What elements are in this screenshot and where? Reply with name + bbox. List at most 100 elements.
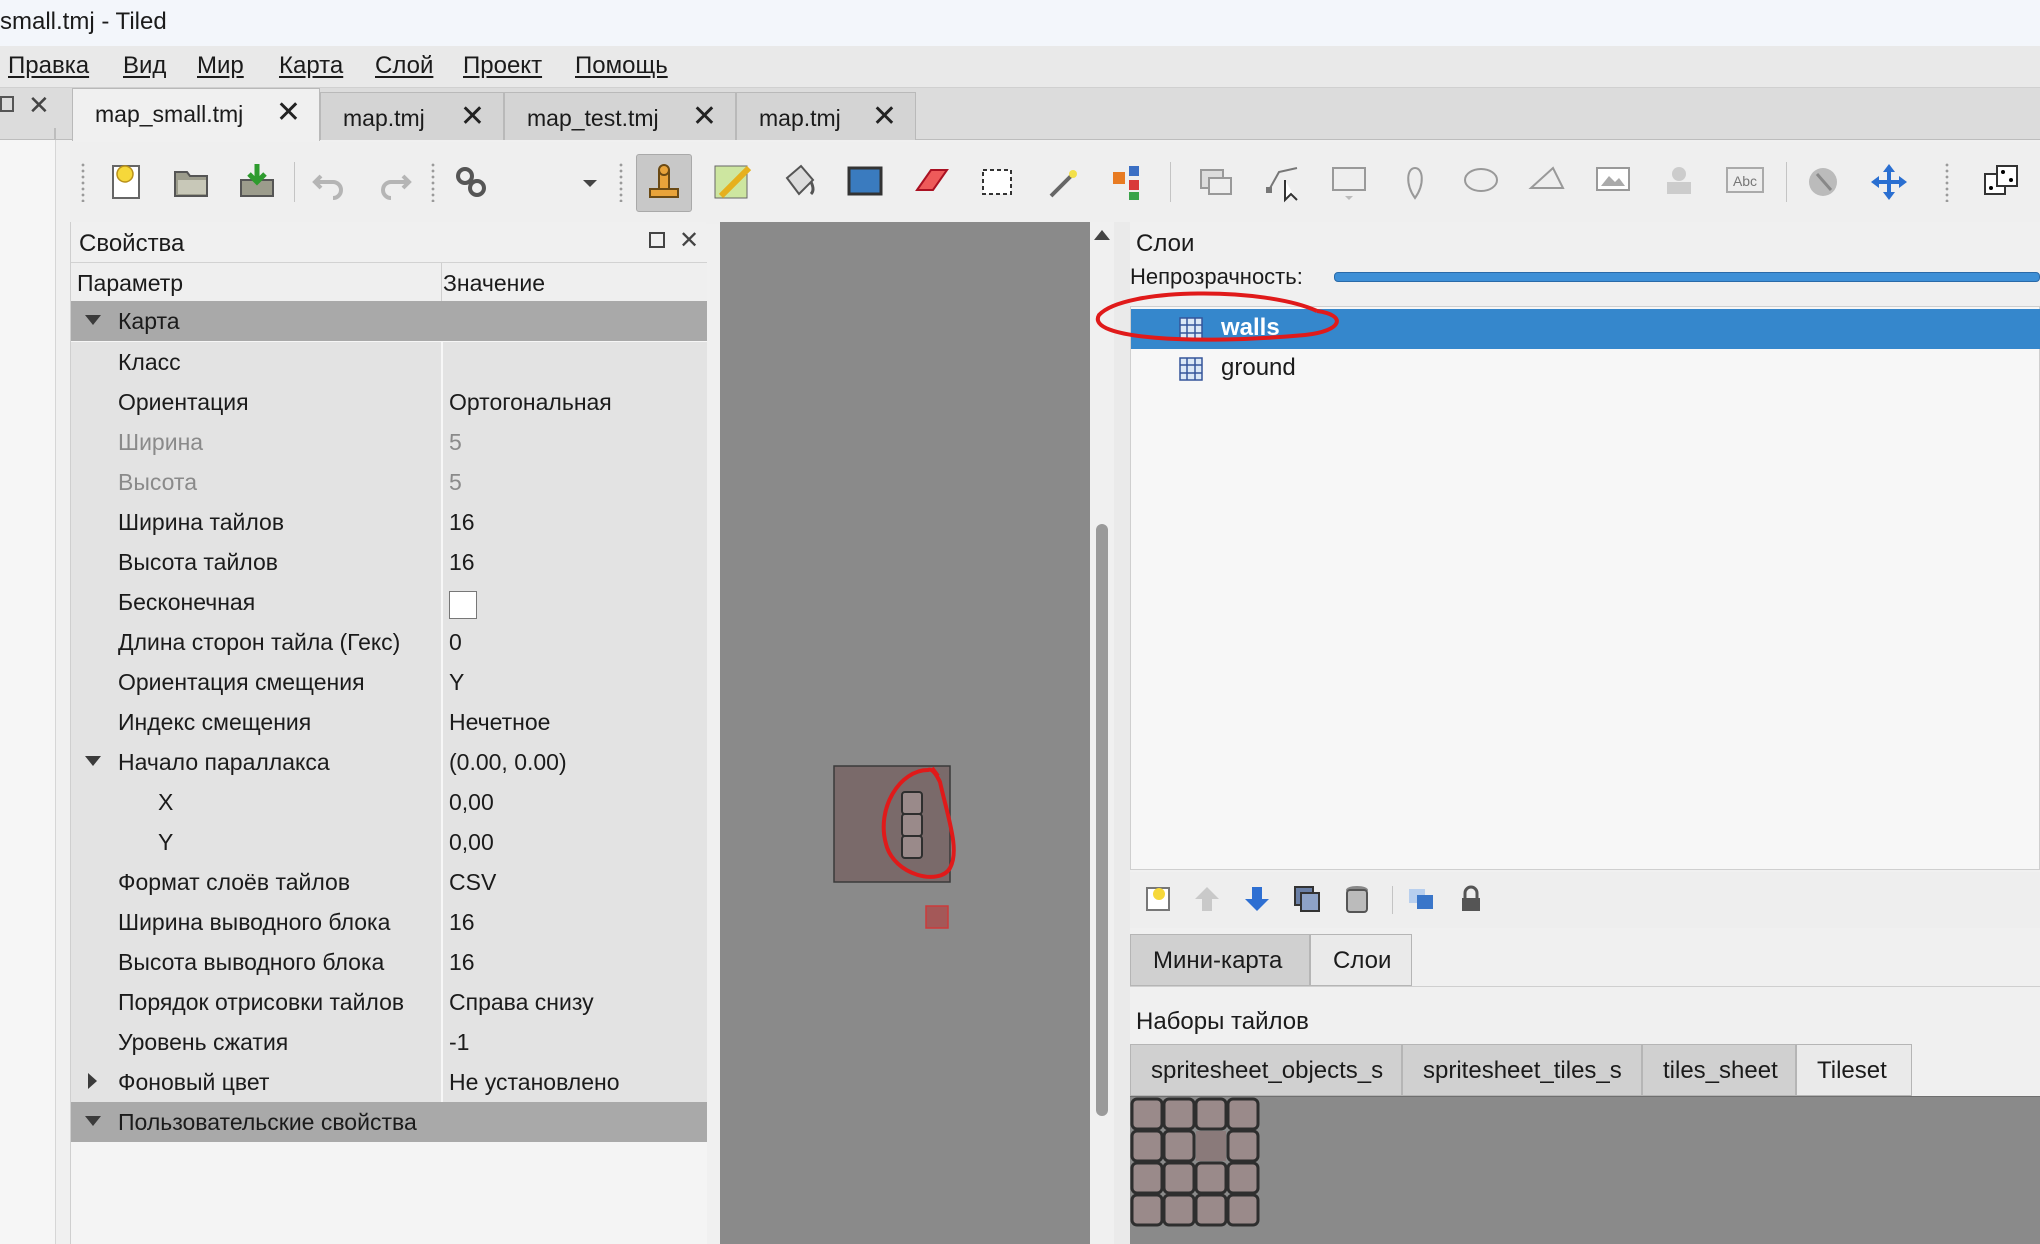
select-same-tile-icon[interactable]	[1102, 154, 1156, 210]
map-view[interactable]	[720, 222, 1090, 1244]
menu-project[interactable]: Проект	[463, 52, 542, 80]
scroll-up-arrow-icon[interactable]	[1094, 230, 1110, 240]
prop-row-orientation[interactable]: Ориентация Ортогональная	[71, 382, 707, 423]
scroll-thumb[interactable]	[1096, 524, 1108, 1116]
shape-fill-icon[interactable]	[838, 154, 892, 210]
rect-select-icon[interactable]	[970, 154, 1024, 210]
tab-tileset[interactable]: Tileset	[1796, 1044, 1912, 1096]
tab-map-2[interactable]: map.tmj ✕	[736, 92, 916, 140]
prop-value[interactable]: 16	[449, 549, 475, 576]
prop-row-render-order[interactable]: Порядок отрисовки тайлов Справа снизу	[71, 982, 707, 1023]
prop-row-chunk-height[interactable]: Высота выводного блока 16	[71, 942, 707, 983]
close-tab-icon[interactable]: ✕	[460, 99, 485, 134]
insert-polygon-icon[interactable]	[1520, 154, 1574, 210]
expand-arrow-icon[interactable]	[85, 1116, 101, 1126]
menu-view[interactable]: Вид	[123, 52, 166, 80]
group-custom-properties[interactable]: Пользовательские свойства	[71, 1102, 707, 1143]
menu-map[interactable]: Карта	[279, 52, 343, 80]
insert-ellipse-icon[interactable]	[1454, 154, 1508, 210]
prop-row-tile-width[interactable]: Ширина тайлов 16	[71, 502, 707, 543]
menu-edit[interactable]: Правка	[8, 52, 89, 80]
tab-map-small[interactable]: map_small.tmj ✕	[72, 88, 320, 141]
tab-tiles-sheet[interactable]: tiles_sheet	[1642, 1044, 1796, 1096]
dropdown-icon[interactable]	[580, 154, 600, 210]
expand-arrow-icon[interactable]	[85, 315, 101, 325]
prop-value[interactable]: 16	[449, 509, 475, 536]
move-tool-icon[interactable]	[1862, 154, 1916, 210]
duplicate-layer-icon[interactable]	[1292, 884, 1322, 914]
tab-minimap[interactable]: Мини-карта	[1130, 934, 1310, 986]
prop-row-chunk-width[interactable]: Ширина выводного блока 16	[71, 902, 707, 943]
edit-polygons-icon[interactable]	[1256, 154, 1310, 210]
open-icon[interactable]	[164, 154, 218, 210]
prop-row-stagger-index[interactable]: Индекс смещения Нечетное	[71, 702, 707, 743]
prop-row-parallax-origin[interactable]: Начало параллакса (0.00, 0.00)	[71, 742, 707, 783]
prop-row-parallax-x[interactable]: X 0,00	[71, 782, 707, 823]
prop-value[interactable]: -1	[449, 1029, 469, 1056]
prop-value[interactable]: 0	[449, 629, 462, 656]
toggle-other-layers-icon[interactable]	[1406, 884, 1436, 914]
delete-layer-icon[interactable]	[1342, 884, 1372, 914]
prop-row-background-color[interactable]: Фоновый цвет Не установлено	[71, 1062, 707, 1103]
select-objects-icon[interactable]	[1190, 154, 1244, 210]
collapsed-arrow-icon[interactable]	[88, 1073, 97, 1089]
tab-tileset-objects[interactable]: spritesheet_objects_s	[1130, 1044, 1402, 1096]
close-tab-icon[interactable]: ✕	[276, 95, 301, 130]
redo-icon[interactable]	[368, 154, 422, 210]
tab-layers[interactable]: Слои	[1310, 934, 1412, 986]
expand-arrow-icon[interactable]	[85, 756, 101, 766]
prop-value[interactable]: 0,00	[449, 829, 494, 856]
raise-layer-icon[interactable]	[1192, 884, 1222, 914]
prop-row-stagger-axis[interactable]: Ориентация смещения Y	[71, 662, 707, 703]
magic-wand-icon[interactable]	[1036, 154, 1090, 210]
opacity-slider[interactable]	[1334, 272, 2040, 282]
prop-row-layer-format[interactable]: Формат слоёв тайлов CSV	[71, 862, 707, 903]
insert-text-icon[interactable]: Abc	[1718, 154, 1772, 210]
prop-value[interactable]: 16	[449, 949, 475, 976]
infinite-checkbox[interactable]	[449, 591, 477, 619]
tab-map-test[interactable]: map_test.tmj ✕	[504, 92, 736, 140]
insert-rectangle-icon[interactable]	[1322, 154, 1376, 210]
group-map[interactable]: Карта	[71, 301, 707, 342]
tab-map[interactable]: map.tmj ✕	[320, 92, 504, 140]
bucket-fill-icon[interactable]	[772, 154, 826, 210]
prop-row-hex-side[interactable]: Длина сторон тайла (Гекс) 0	[71, 622, 707, 663]
menu-help[interactable]: Помощь	[575, 52, 668, 80]
prop-row-parallax-y[interactable]: Y 0,00	[71, 822, 707, 863]
insert-tile-icon[interactable]	[1586, 154, 1640, 210]
tileset-view[interactable]	[1130, 1096, 2040, 1244]
prop-value[interactable]: CSV	[449, 869, 496, 896]
close-dock-icon[interactable]: ✕	[28, 90, 50, 121]
toolbar-grip[interactable]	[80, 162, 86, 202]
commands-icon[interactable]	[444, 154, 498, 210]
close-tab-icon[interactable]: ✕	[872, 99, 897, 134]
menu-world[interactable]: Мир	[197, 52, 244, 80]
toolbar-grip[interactable]	[1944, 162, 1950, 202]
prop-value[interactable]: Нечетное	[449, 709, 550, 736]
tileset-grid[interactable]	[1130, 1097, 1270, 1237]
float-dock-icon[interactable]	[0, 96, 14, 112]
insert-template-icon[interactable]	[1652, 154, 1706, 210]
new-layer-icon[interactable]	[1144, 884, 1174, 914]
prop-row-infinite[interactable]: Бесконечная	[71, 582, 707, 623]
undo-icon[interactable]	[302, 154, 356, 210]
prop-row-class[interactable]: Класс	[71, 342, 707, 383]
tab-tileset-tiles[interactable]: spritesheet_tiles_s	[1402, 1044, 1642, 1096]
map-canvas[interactable]	[720, 222, 1090, 1244]
toolbar-grip[interactable]	[618, 162, 624, 202]
float-panel-icon[interactable]	[649, 232, 665, 248]
random-mode-icon[interactable]	[1974, 154, 2028, 210]
stamp-brush-icon[interactable]	[636, 154, 692, 212]
prop-value[interactable]: 16	[449, 909, 475, 936]
terrain-brush-icon[interactable]	[706, 154, 760, 210]
lower-layer-icon[interactable]	[1242, 884, 1272, 914]
eraser-icon[interactable]	[904, 154, 958, 210]
close-tab-icon[interactable]: ✕	[692, 99, 717, 134]
prop-value[interactable]: 0,00	[449, 789, 494, 816]
prop-value[interactable]: Y	[449, 669, 464, 696]
menu-layer[interactable]: Слой	[375, 52, 433, 80]
prop-value[interactable]: Справа снизу	[449, 989, 594, 1016]
lock-layer-icon[interactable]	[1456, 884, 1486, 914]
prop-row-compression[interactable]: Уровень сжатия -1	[71, 1022, 707, 1063]
save-icon[interactable]	[230, 154, 284, 210]
